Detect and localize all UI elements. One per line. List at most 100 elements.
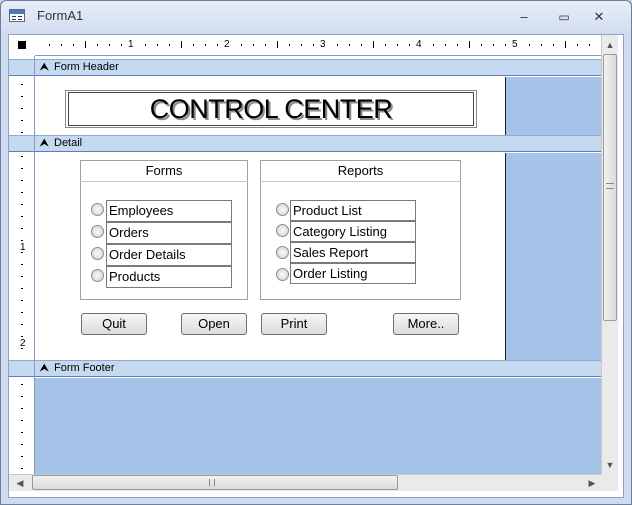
h-ruler-tick (433, 44, 434, 46)
form-footer-bar[interactable]: ⮝ Form Footer (35, 360, 601, 377)
option-category-listing[interactable]: Category Listing (290, 221, 416, 242)
form-selector-square-icon (18, 41, 26, 49)
print-button[interactable]: Print (261, 313, 327, 335)
h-ruler-tick (577, 44, 578, 46)
h-ruler-tick (97, 44, 98, 46)
v-ruler-tick (21, 408, 23, 409)
horizontal-scroll-thumb[interactable] (32, 475, 398, 490)
v-ruler-tick (21, 228, 23, 229)
v-ruler-tick (21, 432, 23, 433)
option-order-details[interactable]: Order Details (106, 244, 232, 266)
v-ruler-tick (21, 336, 23, 337)
v-ruler-tick (21, 420, 23, 421)
h-ruler-tick (157, 44, 158, 46)
footer-background[interactable] (35, 378, 601, 474)
scroll-down-arrow-icon[interactable]: ▼ (602, 457, 618, 473)
ruler-footer-band (9, 360, 34, 377)
h-ruler-number: 1 (128, 39, 134, 50)
close-button[interactable]: ✕ (587, 10, 611, 26)
chevron-up-double-icon: ⮝ (40, 62, 49, 73)
v-ruler-tick (21, 132, 23, 133)
h-ruler-tick (457, 44, 458, 46)
v-ruler-tick (21, 168, 23, 169)
v-ruler-tick (21, 84, 23, 85)
h-ruler-tick (85, 41, 86, 48)
hthumb-grip-icon (209, 479, 215, 486)
option-orders[interactable]: Orders (106, 222, 232, 244)
reports-group-divider (260, 181, 461, 182)
v-ruler-tick (21, 120, 23, 121)
h-ruler-tick (145, 44, 146, 46)
h-ruler-tick (121, 44, 122, 46)
v-ruler-tick (21, 276, 23, 277)
vertical-ruler-ticks (21, 84, 23, 469)
h-ruler-tick (481, 44, 482, 46)
forms-group-divider (80, 181, 248, 182)
radio-employees[interactable] (91, 203, 104, 216)
radio-products[interactable] (91, 269, 104, 282)
h-ruler-tick (493, 44, 494, 46)
v-ruler-tick (21, 240, 23, 241)
more-button[interactable]: More.. (393, 313, 459, 335)
control-center-title[interactable]: CONTROL CENTER (68, 92, 474, 126)
h-ruler-tick (529, 44, 530, 46)
form-header-bar[interactable]: ⮝ Form Header (35, 59, 601, 76)
radio-orders[interactable] (91, 225, 104, 238)
vertical-ruler[interactable]: 1 2 (9, 56, 35, 474)
title-bar[interactable] (1, 1, 631, 31)
quit-button[interactable]: Quit (81, 313, 147, 335)
h-ruler-tick (541, 44, 542, 46)
form-icon (9, 9, 25, 22)
reports-group-caption: Reports (337, 163, 384, 178)
ruler-detail-band (9, 135, 34, 152)
minimize-button[interactable]: – (512, 10, 536, 26)
horizontal-ruler[interactable]: 1 2 3 4 5 (35, 35, 601, 56)
h-ruler-tick (361, 44, 362, 46)
h-ruler-number: 2 (224, 39, 230, 50)
scroll-right-arrow-icon[interactable]: ▶ (584, 475, 600, 491)
detail-bar[interactable]: ⮝ Detail (35, 135, 601, 152)
v-ruler-number: 2 (20, 338, 26, 349)
radio-sales-report[interactable] (276, 246, 289, 259)
option-product-list[interactable]: Product List (290, 200, 416, 221)
h-ruler-tick (109, 44, 110, 46)
form-header-label: Form Header (54, 61, 119, 73)
v-ruler-tick (21, 384, 23, 385)
h-ruler-tick (505, 44, 506, 46)
v-ruler-tick (21, 264, 23, 265)
radio-category-listing[interactable] (276, 224, 289, 237)
detail-background (505, 153, 601, 360)
option-employees[interactable]: Employees (106, 200, 232, 222)
h-ruler-tick (193, 44, 194, 46)
open-button[interactable]: Open (181, 313, 247, 335)
v-ruler-tick (21, 156, 23, 157)
v-ruler-tick (21, 180, 23, 181)
h-ruler-tick (409, 44, 410, 46)
v-ruler-tick (21, 288, 23, 289)
maximize-button[interactable]: ▭ (552, 10, 576, 26)
h-ruler-tick (205, 44, 206, 46)
h-ruler-tick (301, 44, 302, 46)
v-ruler-tick (21, 192, 23, 193)
v-ruler-tick (21, 324, 23, 325)
radio-order-listing[interactable] (276, 268, 289, 281)
option-products[interactable]: Products (106, 266, 232, 288)
h-ruler-tick (313, 44, 314, 46)
option-sales-report[interactable]: Sales Report (290, 242, 416, 263)
radio-product-list[interactable] (276, 203, 289, 216)
h-ruler-number: 5 (512, 39, 518, 50)
h-ruler-tick (217, 44, 218, 46)
form-footer-label: Form Footer (54, 362, 115, 374)
option-order-listing[interactable]: Order Listing (290, 263, 416, 284)
h-ruler-tick (589, 44, 590, 46)
h-ruler-tick (289, 44, 290, 46)
h-ruler-tick (445, 44, 446, 46)
radio-order-details[interactable] (91, 247, 104, 260)
h-ruler-tick (553, 44, 554, 46)
detail-label: Detail (54, 137, 83, 149)
scroll-up-arrow-icon[interactable]: ▲ (602, 37, 618, 53)
thumb-grip-icon (606, 183, 614, 189)
v-ruler-tick (21, 456, 23, 457)
scroll-left-arrow-icon[interactable]: ◀ (12, 475, 28, 491)
h-ruler-tick (337, 44, 338, 46)
